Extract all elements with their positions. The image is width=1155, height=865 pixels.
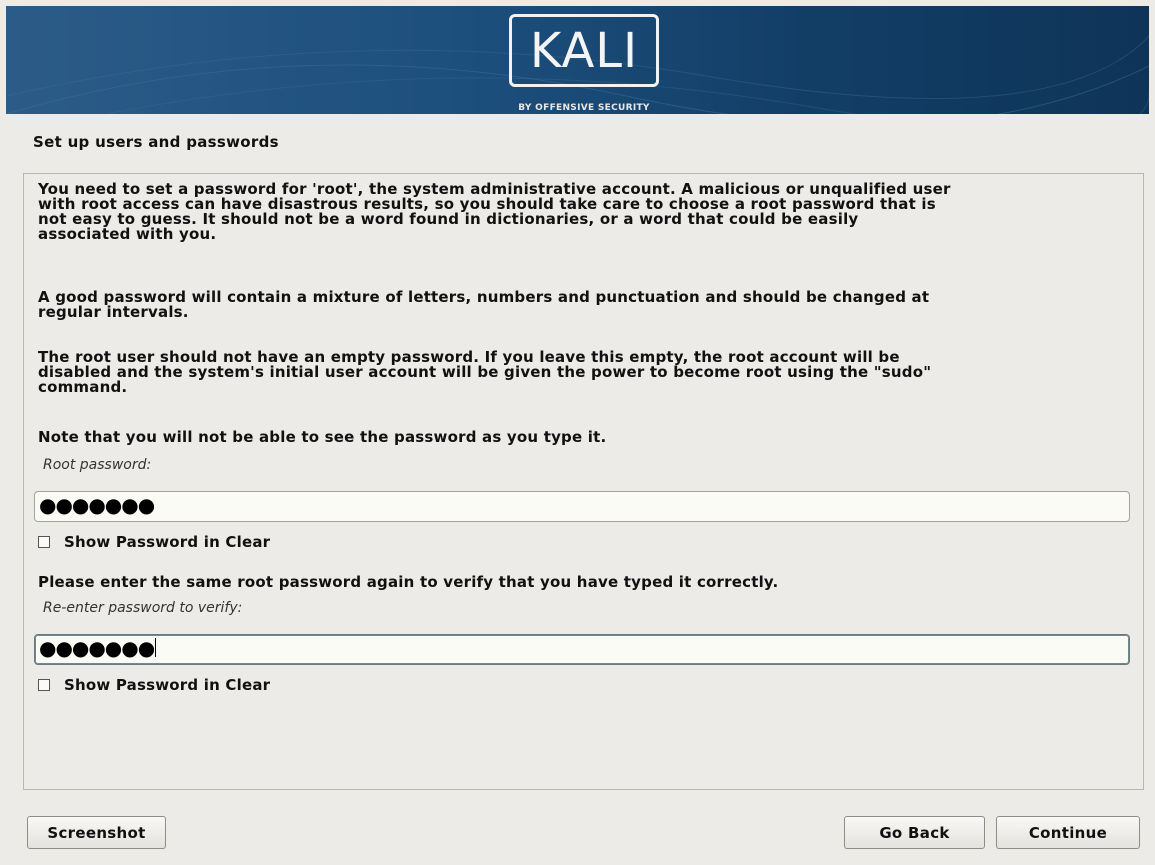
password-advice-paragraph: A good password will contain a mixture o…	[38, 288, 930, 321]
verify-show-password-row[interactable]: Show Password in Clear	[38, 676, 270, 694]
logo-subtitle: BY OFFENSIVE SECURITY	[518, 103, 650, 113]
root-password-value: ●●●●●●●	[39, 493, 155, 517]
page-title: Set up users and passwords	[33, 133, 279, 151]
verify-password-input[interactable]: ●●●●●●●	[34, 634, 1130, 665]
verify-password-label: Re-enter password to verify:	[43, 600, 243, 616]
root-password-input[interactable]: ●●●●●●●	[34, 491, 1130, 522]
screenshot-button[interactable]: Screenshot	[27, 816, 166, 849]
go-back-button[interactable]: Go Back	[844, 816, 985, 849]
intro-paragraph: You need to set a password for 'root', t…	[38, 180, 951, 243]
root-show-password-row[interactable]: Show Password in Clear	[38, 533, 270, 551]
logo-text: KALI	[529, 22, 639, 79]
verify-show-password-checkbox[interactable]	[38, 679, 50, 691]
root-show-password-label: Show Password in Clear	[64, 533, 271, 551]
content-panel	[23, 173, 1144, 790]
header-banner: KALI BY OFFENSIVE SECURITY	[6, 6, 1149, 114]
verify-prompt: Please enter the same root password agai…	[38, 573, 779, 591]
text-cursor	[155, 638, 157, 657]
continue-button[interactable]: Continue	[996, 816, 1140, 849]
visibility-note: Note that you will not be able to see th…	[38, 428, 607, 446]
verify-show-password-label: Show Password in Clear	[64, 676, 271, 694]
kali-logo: KALI	[509, 14, 659, 87]
root-show-password-checkbox[interactable]	[38, 536, 50, 548]
root-password-label: Root password:	[43, 457, 152, 473]
empty-password-paragraph: The root user should not have an empty p…	[38, 348, 932, 396]
verify-password-value: ●●●●●●●	[39, 636, 155, 660]
